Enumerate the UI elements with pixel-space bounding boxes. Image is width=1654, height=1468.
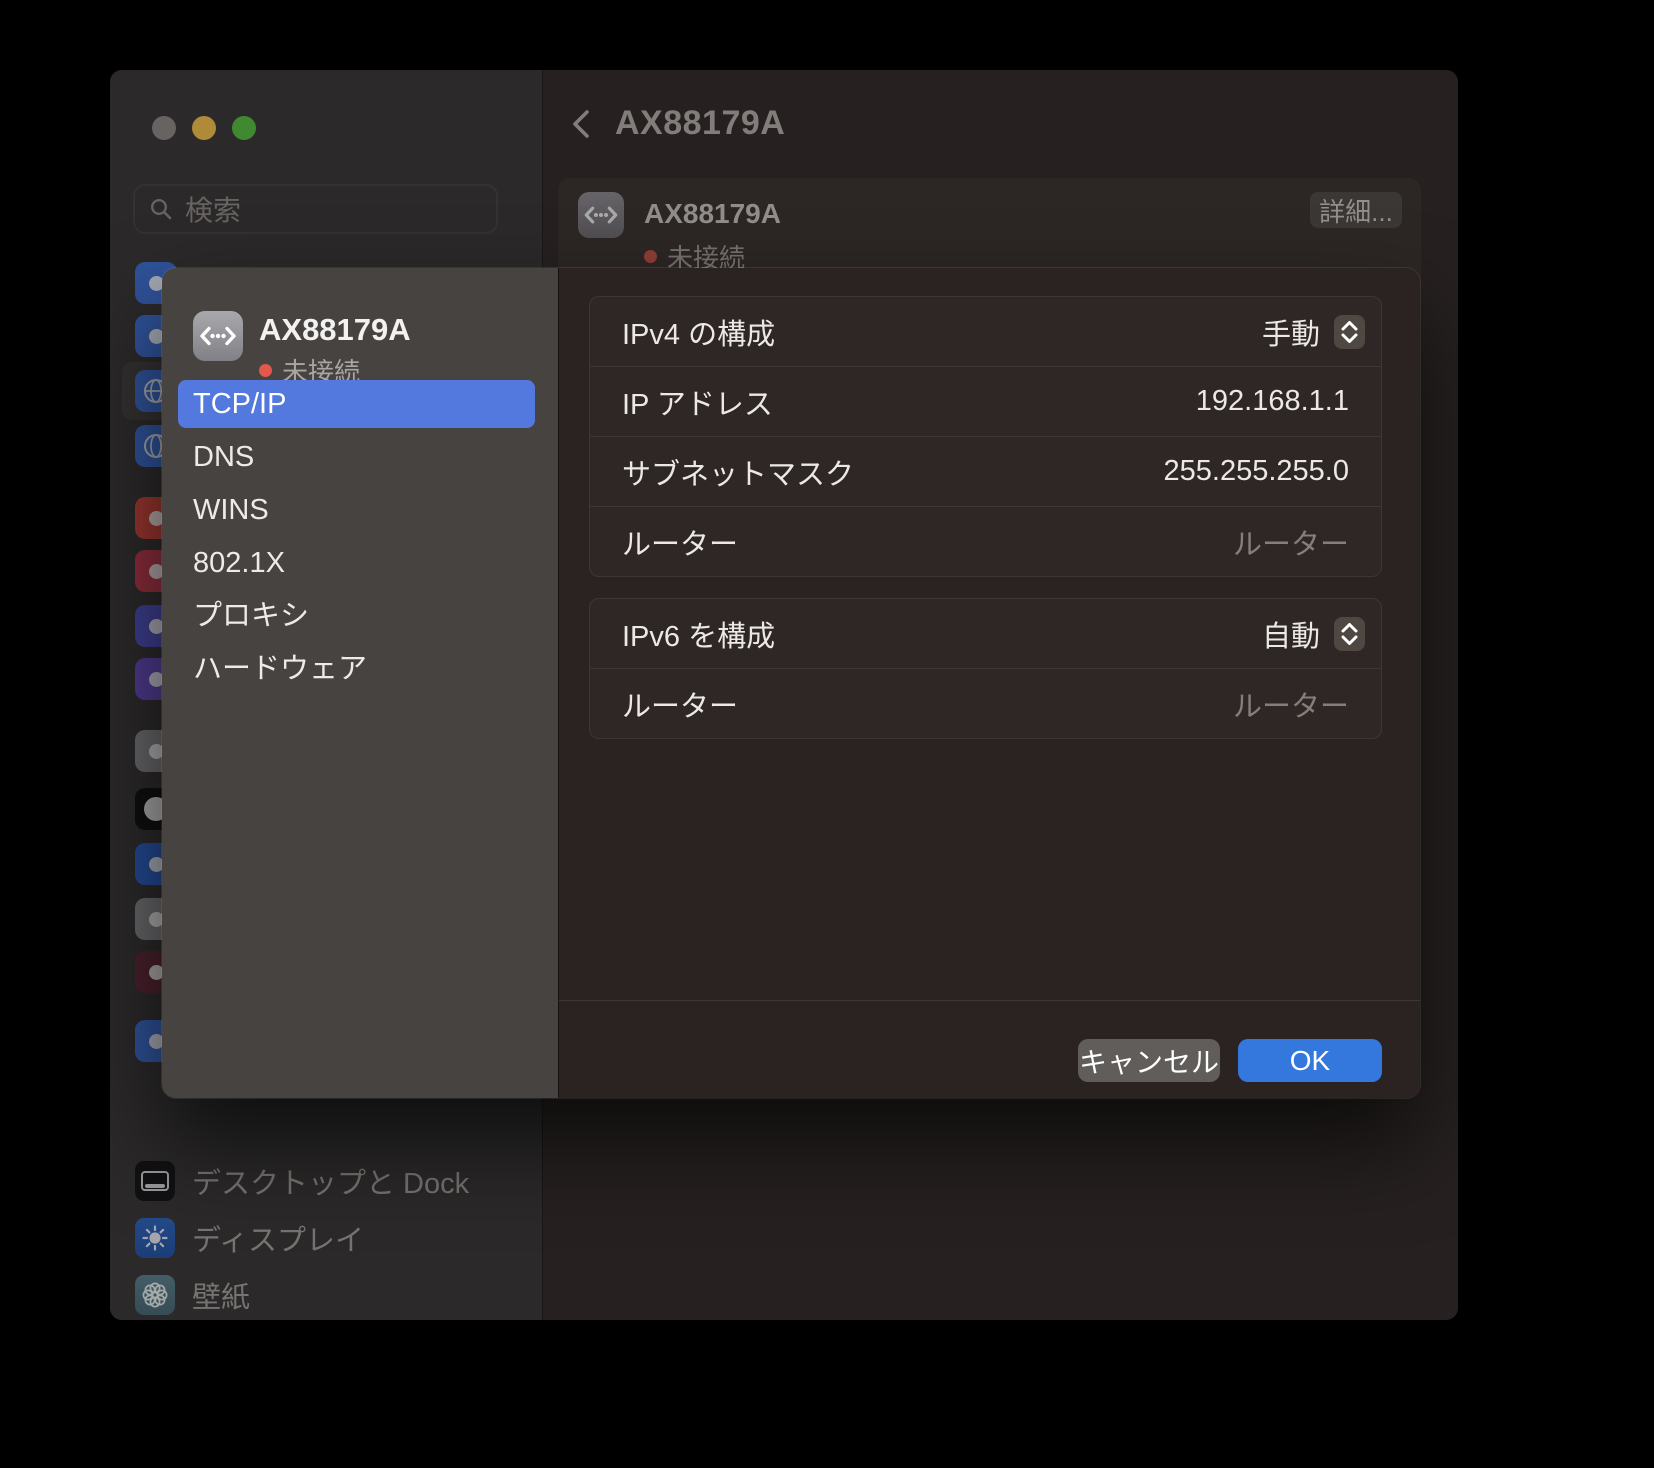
ipv6-router-field[interactable]: ルーター [1233, 683, 1349, 725]
dialog-tab-wins[interactable]: WINS [178, 486, 535, 534]
cancel-button[interactable]: キャンセル [1078, 1039, 1220, 1082]
ip-address-field[interactable]: 192.168.1.1 [1196, 385, 1349, 418]
dialog-tab-hardware[interactable]: ハードウェア [178, 645, 535, 693]
ipv4-config-stepper stepper-icon[interactable] [1334, 315, 1365, 349]
row-label: IP アドレス [622, 381, 1196, 423]
adapter-name: AX88179A [259, 312, 411, 348]
settings-row-ipv4-config: IPv4 の構成 手動 [590, 297, 1381, 366]
row-label: IPv6 を構成 [622, 613, 1262, 655]
ipv4-config-value[interactable]: 手動 [1262, 311, 1320, 353]
dialog-nav: TCP/IP DNS WINS 802.1X プロキシ ハードウェア [178, 380, 535, 698]
ipv6-config-value[interactable]: 自動 [1262, 613, 1320, 655]
network-settings-dialog: AX88179A 未接続 TCP/IP DNS WINS 802.1X プロキシ… [162, 268, 1420, 1098]
dialog-content: IPv4 の構成 手動 IP アドレス 192.168.1.1 サブネットマスク [559, 268, 1420, 1098]
dialog-buttons: キャンセル OK [1078, 1039, 1382, 1082]
footer-divider [559, 1000, 1420, 1001]
status-dot [259, 364, 272, 377]
row-label: ルーター [622, 521, 1233, 563]
dialog-tab-proxies[interactable]: プロキシ [178, 592, 535, 640]
ipv4-settings-group: IPv4 の構成 手動 IP アドレス 192.168.1.1 サブネットマスク [589, 296, 1382, 577]
screen: 検索 デスクトップと Dock [0, 0, 1654, 1468]
ipv6-config-stepper stepper-icon[interactable] [1334, 617, 1365, 651]
settings-row-ip-address: IP アドレス 192.168.1.1 [590, 366, 1381, 436]
row-label: ルーター [622, 683, 1233, 725]
settings-row-ipv6-config: IPv6 を構成 自動 [590, 599, 1381, 668]
dialog-tab-8021x[interactable]: 802.1X [178, 539, 535, 587]
ipv4-router-field[interactable]: ルーター [1233, 521, 1349, 563]
row-label: IPv4 の構成 [622, 311, 1262, 353]
network-adapter-icon [193, 311, 243, 361]
settings-row-subnet-mask: サブネットマスク 255.255.255.0 [590, 436, 1381, 506]
settings-row-ipv6-router: ルーター ルーター [590, 668, 1381, 738]
subnet-mask-field[interactable]: 255.255.255.0 [1164, 455, 1349, 488]
dialog-tab-dns[interactable]: DNS [178, 433, 535, 481]
dialog-tab-tcpip[interactable]: TCP/IP [178, 380, 535, 428]
ipv6-settings-group: IPv6 を構成 自動 ルーター ルーター [589, 598, 1382, 739]
dialog-sidebar: AX88179A 未接続 TCP/IP DNS WINS 802.1X プロキシ… [162, 268, 559, 1098]
settings-row-ipv4-router: ルーター ルーター [590, 506, 1381, 576]
row-label: サブネットマスク [622, 451, 1164, 493]
ok-button[interactable]: OK [1238, 1039, 1382, 1082]
